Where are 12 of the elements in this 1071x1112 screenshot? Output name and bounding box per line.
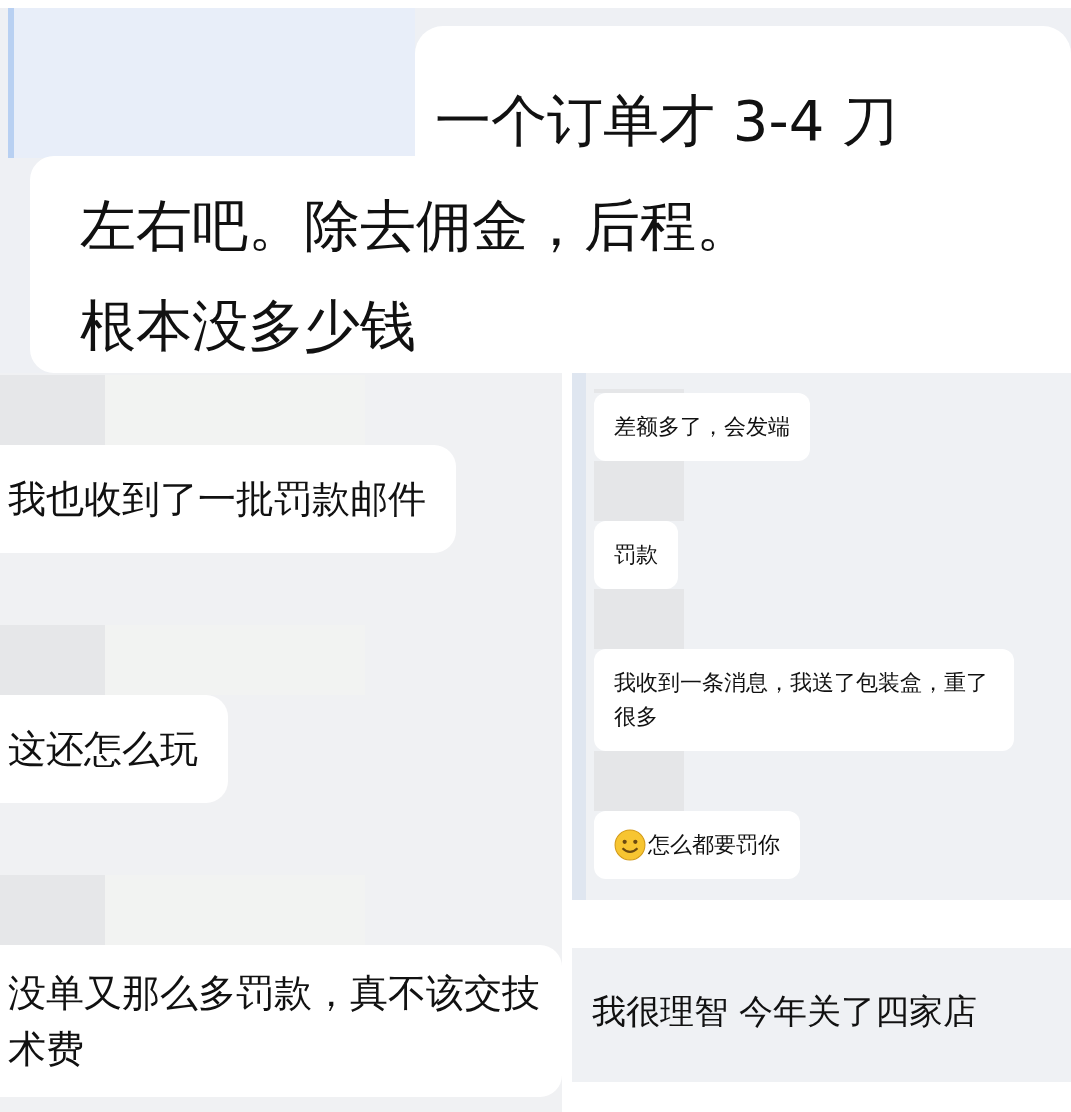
message-text: 左右吧。除去佣金，后程。 — [80, 192, 753, 260]
message-text: 怎么都要罚你 — [648, 831, 780, 859]
message-text: 罚款 — [614, 541, 658, 569]
message-text: 根本没多少钱 — [80, 292, 417, 360]
message-bubble: 我也收到了一批罚款邮件 — [0, 445, 456, 553]
message-text: 差额多了，会发端 — [614, 413, 790, 441]
smiley-icon — [614, 829, 646, 861]
message-bubble: 没单又那么多罚款，真不该交技术费 — [0, 945, 562, 1097]
message-bubble: 这还怎么玩 — [0, 695, 228, 803]
message-text: 我收到一条消息，我送了包装盒，重了很多 — [614, 669, 989, 731]
message-text: 一个订单才 3-4 刀 — [434, 87, 900, 155]
message-text: 我很理智 今年关了四家店 — [592, 990, 978, 1033]
